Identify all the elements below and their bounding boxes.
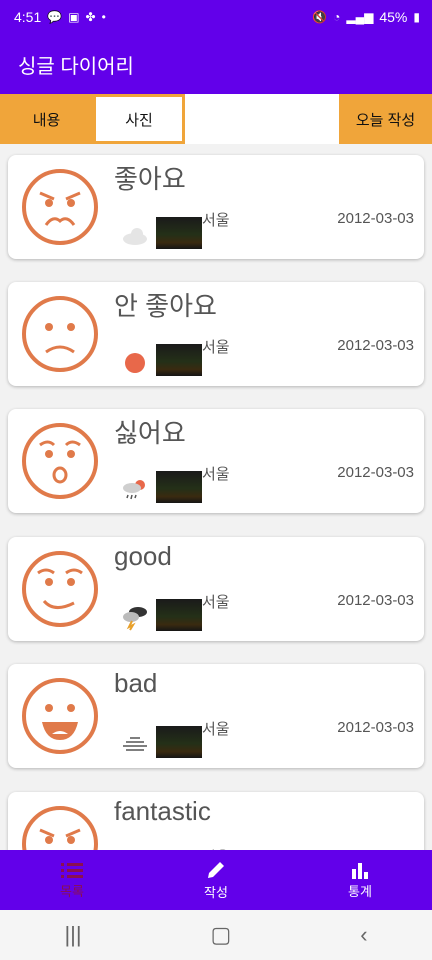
nav-stats[interactable]: 통계 [288, 850, 432, 910]
system-nav: ||| ▢ ‹ [0, 910, 432, 960]
entry-location: 서울 [202, 212, 230, 229]
fog-icon [123, 737, 147, 751]
photo-thumbnail [156, 726, 202, 758]
entry-title: good [114, 541, 172, 571]
nav-list[interactable]: 목록 [0, 850, 144, 910]
entry-location: 서울 [202, 339, 230, 356]
tab-content[interactable]: 내용 [0, 94, 93, 144]
laughing-face-icon [22, 678, 98, 754]
bottom-nav: 목록 작성 통계 [0, 850, 432, 910]
photo-thumbnail [156, 471, 202, 503]
chat-icon: 💬 [47, 10, 63, 24]
list-item[interactable]: good 서울 2012-03-03 [8, 537, 424, 641]
entry-date: 2012-03-03 [337, 592, 414, 609]
angry-face-icon [22, 169, 98, 245]
signal-icon: ▂▄▆ [346, 10, 374, 24]
photo-thumbnail [156, 599, 202, 631]
battery-level: 45% [379, 9, 408, 25]
bar-chart-icon [352, 862, 368, 879]
list-item[interactable]: 싫어요 서울 2012-03-03 [8, 409, 424, 513]
tab-photo[interactable]: 사진 [93, 94, 185, 144]
photo-thumbnail [156, 217, 202, 249]
recent-apps-icon[interactable]: ||| [64, 922, 81, 948]
list-item[interactable]: bad 서울 2012-03-03 [8, 664, 424, 768]
rain-sun-icon [123, 480, 145, 500]
entry-location: 서울 [202, 466, 230, 483]
nav-stats-label: 통계 [348, 883, 372, 899]
entry-location: 서울 [202, 721, 230, 738]
photo-thumbnail [156, 344, 202, 376]
entry-title: 좋아요 [114, 164, 186, 194]
list-item[interactable]: 좋아요 서울 2012-03-03 [8, 155, 424, 259]
list-icon [61, 862, 83, 878]
entry-title: fantastic [114, 796, 211, 826]
status-time: 4:51 [14, 9, 42, 25]
sad-face-icon [22, 296, 98, 372]
entry-title: bad [114, 668, 158, 698]
pencil-icon [208, 861, 224, 878]
list-item[interactable]: 안 좋아요 서울 2012-03-03 [8, 282, 424, 386]
back-icon[interactable]: ‹ [360, 922, 367, 948]
thunderstorm-icon [123, 607, 147, 631]
app-title: 싱글 다이어리 [18, 55, 134, 78]
notification-dot: • [101, 10, 106, 24]
entry-location: 서울 [202, 594, 230, 611]
surprised-face-icon [22, 423, 98, 499]
tab-row: 내용 사진 오늘 작성 [0, 94, 432, 144]
nav-write-label: 작성 [204, 884, 228, 900]
sun-icon [125, 353, 145, 373]
tab-spacer [185, 94, 339, 144]
smirk-face-icon [22, 551, 98, 627]
cloud-icon [123, 228, 147, 245]
home-icon[interactable]: ▢ [211, 922, 232, 948]
entry-date: 2012-03-03 [337, 464, 414, 481]
status-bar: 4:51 💬 ▣ ✤ • 🔇 ◔ ▂▄▆ 45% ▮ [0, 0, 432, 34]
list-item[interactable]: fantastic 서울 2012-03-03 [8, 792, 424, 850]
nav-list-label: 목록 [60, 883, 84, 899]
entry-title: 안 좋아요 [114, 291, 217, 321]
write-today-button[interactable]: 오늘 작성 [339, 94, 432, 144]
entry-date: 2012-03-03 [337, 719, 414, 736]
angry-face-icon [22, 806, 98, 850]
wifi-icon: ◔ [333, 10, 341, 24]
mute-icon: 🔇 [312, 10, 328, 24]
gallery-icon: ▣ [68, 10, 80, 24]
diary-list[interactable]: 좋아요 서울 2012-03-03 안 좋아요 서울 2012-03-03 싫어… [0, 144, 432, 850]
fan-icon: ✤ [85, 10, 96, 24]
entry-date: 2012-03-03 [337, 337, 414, 354]
battery-icon: ▮ [413, 10, 420, 24]
app-bar: 싱글 다이어리 [0, 34, 432, 94]
entry-date: 2012-03-03 [337, 210, 414, 227]
entry-title: 싫어요 [114, 418, 186, 448]
nav-write[interactable]: 작성 [144, 850, 288, 910]
